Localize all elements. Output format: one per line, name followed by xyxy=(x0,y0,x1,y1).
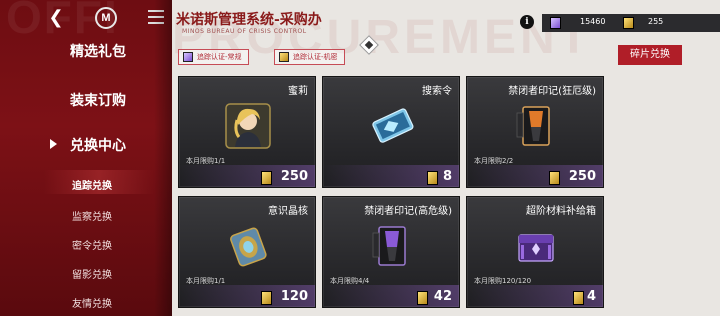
top-nav: ❮ M xyxy=(0,0,172,34)
page-subtitle: MINOS BUREAU OF CRISIS CONTROL xyxy=(182,28,307,35)
sinner-mark-frenzied-icon xyxy=(516,106,550,146)
active-arrow-icon xyxy=(50,139,57,149)
sidebar-sub-friendship-exchange[interactable]: 友情兑换 xyxy=(72,295,112,310)
shop-card-search-order[interactable]: 搜索令 8 xyxy=(322,76,460,188)
sidebar-sub-secret-exchange[interactable]: 密令兑换 xyxy=(72,237,112,252)
back-arrow-icon[interactable]: ❮ xyxy=(46,8,66,28)
consciousness-crystal-icon xyxy=(230,227,267,267)
menu-icon[interactable] xyxy=(148,10,164,24)
gold-tracking-cert-icon xyxy=(427,171,438,185)
fragment-exchange-button[interactable]: 碎片兑换 xyxy=(618,45,682,65)
gold-tracking-cert-icon xyxy=(417,291,428,305)
card-name: 蜜莉 xyxy=(288,86,308,97)
shop-card-sinner-mark-frenzied[interactable]: 禁闭者印记(狂厄级) 本月限购2/2 250 xyxy=(466,76,604,188)
gold-tracking-cert-icon xyxy=(549,171,560,185)
card-price: 42 xyxy=(433,289,452,304)
card-price: 250 xyxy=(568,169,596,184)
sidebar-item-gift-packs[interactable]: 精选礼包 xyxy=(70,41,126,61)
sidebar-item-outfit-order[interactable]: 装束订购 xyxy=(70,90,126,110)
home-icon[interactable]: M xyxy=(95,7,117,29)
supply-box-icon xyxy=(518,234,554,262)
card-price: 250 xyxy=(280,169,308,184)
card-footer-stripe xyxy=(323,165,459,187)
shop-card-supply-box[interactable]: 超阶材料补给箱 本月限购120/120 4 xyxy=(466,196,604,308)
search-order-card-icon xyxy=(372,108,414,143)
gold-tracking-cert-icon xyxy=(261,171,272,185)
character-portrait-icon xyxy=(225,103,271,149)
card-price: 8 xyxy=(442,169,452,184)
card-name: 禁闭者印记(狂厄级) xyxy=(508,86,596,97)
card-name: 搜索令 xyxy=(422,86,452,97)
tag-tracking-cert-classified[interactable]: 追踪认证-机密 xyxy=(274,49,345,65)
card-price: 120 xyxy=(280,289,308,304)
sinner-mark-high-risk-icon xyxy=(372,226,406,266)
gold-tracking-cert-icon xyxy=(573,291,584,305)
info-icon[interactable]: i xyxy=(520,15,534,29)
currency-bar: 15460 255 xyxy=(542,14,720,32)
sidebar-item-exchange-center[interactable]: 兑换中心 xyxy=(70,135,126,155)
card-name: 禁闭者印记(高危级) xyxy=(364,206,452,217)
tag-label: 追踪认证-机密 xyxy=(293,53,338,61)
purple-currency-value: 15460 xyxy=(580,17,606,26)
purple-tracking-cert-icon xyxy=(550,17,561,29)
main-panel: PROCUREMENT 米诺斯管理系统-采购办 MINOS BUREAU OF … xyxy=(172,0,720,316)
shop-card-sinner-mark-high-risk[interactable]: 禁闭者印记(高危级) 本月限购4/4 42 xyxy=(322,196,460,308)
sidebar-sub-memory-exchange[interactable]: 留影兑换 xyxy=(72,266,112,281)
tag-tracking-cert-regular[interactable]: 追踪认证-常规 xyxy=(178,49,249,65)
gold-tracking-cert-icon xyxy=(623,17,634,29)
purple-tracking-cert-icon xyxy=(183,52,193,62)
sidebar-sub-tracking-exchange[interactable]: 追踪兑换 xyxy=(72,177,112,192)
card-name: 超阶材料补给箱 xyxy=(526,206,596,217)
gold-tracking-cert-icon xyxy=(279,52,289,62)
sidebar: OFFI ❮ M 精选礼包 装束订购 兑换中心 追踪兑换 监察兑换 密令兑换 留… xyxy=(0,0,172,316)
card-name: 意识晶核 xyxy=(268,206,308,217)
shop-card-mili[interactable]: 蜜莉 本月限购1/1 250 xyxy=(178,76,316,188)
shop-card-consciousness-crystal[interactable]: 意识晶核 本月限购1/1 120 xyxy=(178,196,316,308)
page-title: 米诺斯管理系统-采购办 xyxy=(176,12,322,28)
gold-tracking-cert-icon xyxy=(261,291,272,305)
card-price: 4 xyxy=(586,289,596,304)
sidebar-sub-supervision-exchange[interactable]: 监察兑换 xyxy=(72,208,112,223)
tag-label: 追踪认证-常规 xyxy=(197,53,242,61)
gold-currency-value: 255 xyxy=(648,17,664,26)
